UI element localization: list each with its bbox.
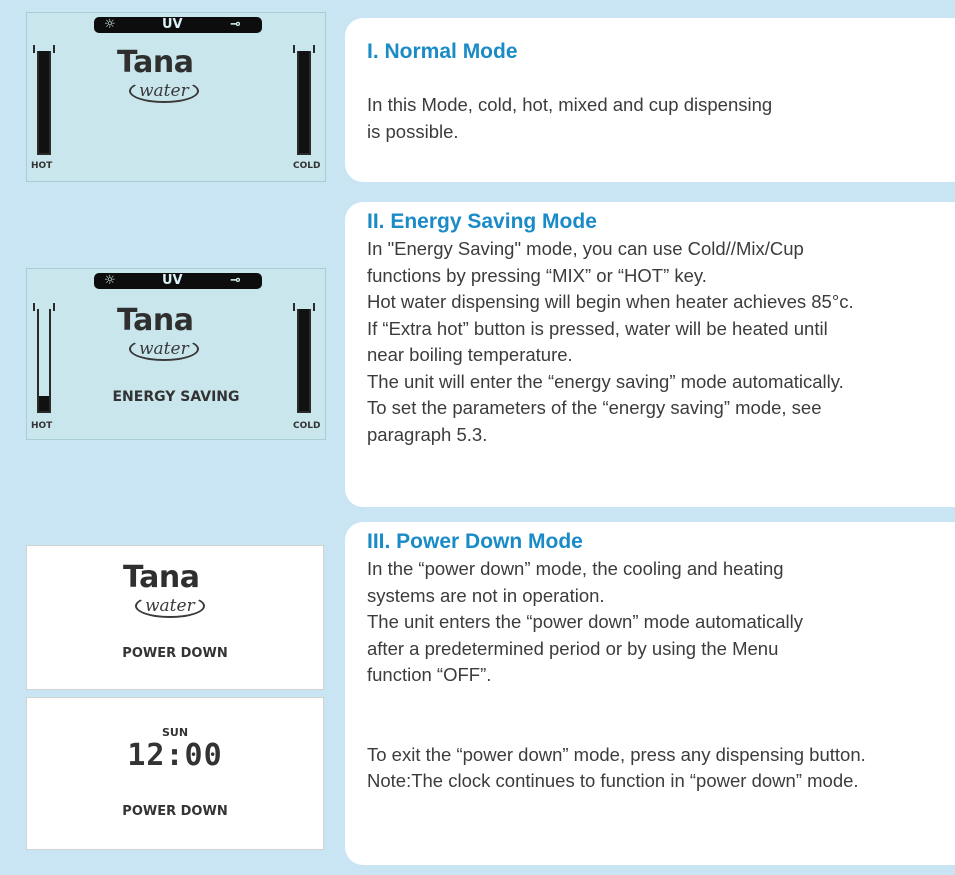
section-title: III. Power Down Mode (367, 530, 583, 553)
sun-icon: ☼ (104, 17, 116, 32)
clock-time: 12:00 (127, 738, 223, 773)
hot-label: HOT (31, 421, 53, 431)
uv-label: UV (162, 17, 183, 32)
status-bar: ☼ UV ⊸ (94, 17, 262, 33)
lcd-normal-mode: ☼ UV ⊸ Tana water HOT COLD (26, 12, 326, 182)
section-power-down-mode: III. Power Down Mode In the “power down”… (345, 522, 955, 865)
hot-label: HOT (31, 161, 53, 171)
power-down-caption: POWER DOWN (122, 646, 228, 661)
cold-tank-gauge (293, 45, 315, 155)
tana-logo: Tana (117, 303, 194, 338)
hot-level-fill (39, 51, 49, 153)
section-normal-mode: I. Normal Mode In this Mode, cold, hot, … (345, 18, 955, 182)
power-down-caption: POWER DOWN (122, 804, 228, 819)
water-logo: water (129, 337, 199, 361)
key-icon: ⊸ (230, 273, 241, 288)
cold-label: COLD (293, 421, 321, 431)
section-energy-saving-mode: II. Energy Saving Mode In "Energy Saving… (345, 202, 955, 507)
water-logo: water (129, 79, 199, 103)
lcd-energy-saving: ☼ UV ⊸ Tana water ENERGY SAVING HOT COLD (26, 268, 326, 440)
lcd-power-down-logo: Tana water POWER DOWN (26, 545, 324, 690)
section-body: In this Mode, cold, hot, mixed and cup d… (367, 94, 773, 142)
section-body: In the “power down” mode, the cooling an… (367, 558, 866, 791)
tana-logo: Tana (123, 560, 200, 595)
water-logo: water (135, 594, 205, 618)
hot-tank-gauge (33, 45, 55, 155)
uv-label: UV (162, 273, 183, 288)
section-body: In "Energy Saving" mode, you can use Col… (367, 238, 854, 445)
status-bar: ☼ UV ⊸ (94, 273, 262, 289)
lcd-power-down-clock: SUN 12:00 POWER DOWN (26, 697, 324, 850)
section-title: I. Normal Mode (367, 40, 518, 63)
section-title: II. Energy Saving Mode (367, 210, 597, 233)
sun-icon: ☼ (104, 273, 116, 288)
key-icon: ⊸ (230, 17, 241, 32)
cold-label: COLD (293, 161, 321, 171)
energy-saving-caption: ENERGY SAVING (112, 389, 240, 405)
tana-logo: Tana (117, 45, 194, 80)
cold-level-fill (299, 51, 309, 153)
